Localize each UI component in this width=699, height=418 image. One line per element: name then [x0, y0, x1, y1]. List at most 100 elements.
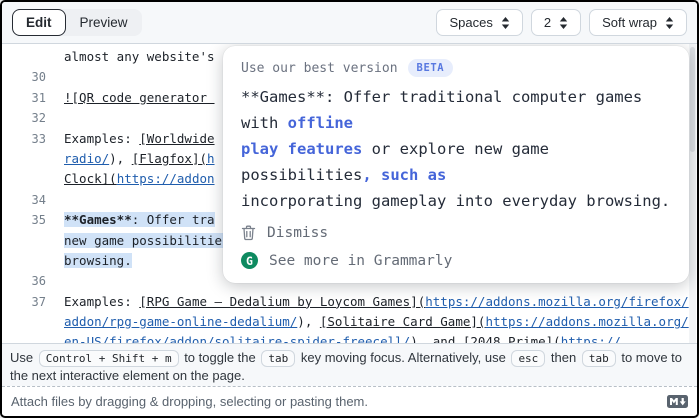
editor-scrollbar[interactable] — [689, 44, 696, 343]
wrap-mode-select-label: Soft wrap — [602, 15, 657, 30]
line-text: browsing. — [64, 251, 132, 271]
line-number — [2, 231, 46, 251]
indent-size-select[interactable]: 2 — [531, 9, 581, 36]
beta-badge: BETA — [408, 59, 454, 77]
line-number — [2, 47, 46, 67]
suggested-change-text: play features — [241, 140, 362, 158]
line-text: en-US/firefox/addon/solitaire-spider-fre… — [64, 332, 621, 343]
markdown-source-editor[interactable]: almost any website's 3031 ![QR code genera… — [2, 44, 697, 343]
code-segment: ), — [109, 151, 132, 166]
line-number: 31 — [2, 88, 46, 108]
markdown-editor-window: EditPreview Spaces 2 Soft wrap almost any … — [0, 0, 699, 418]
code-segment: en-US/firefox/addon/solitaire-spider-fre… — [64, 334, 410, 343]
up-down-caret-icon — [559, 17, 568, 29]
code-segment: new game possibilities — [64, 233, 230, 248]
dismiss-button[interactable]: Dismiss — [241, 225, 671, 241]
help-text: Use — [10, 350, 37, 365]
line-text: Examples: [Worldwide — [64, 129, 215, 149]
line-number: 36 — [2, 271, 46, 291]
indent-mode-select[interactable]: Spaces — [436, 9, 522, 36]
code-segment: **Games** — [64, 212, 132, 227]
code-segment: https://addons.mozilla.org/firefox/ — [425, 294, 688, 309]
line-number: 30 — [2, 67, 46, 87]
code-segment: [Flagfox]( — [132, 151, 207, 166]
tab-edit[interactable]: Edit — [12, 9, 66, 36]
up-down-caret-icon — [665, 17, 674, 29]
grammarly-logo-icon: G — [241, 252, 258, 269]
line-number — [2, 149, 46, 169]
line-number — [2, 169, 46, 189]
line-text: Clock](https://addon — [64, 169, 215, 189]
popup-header-label: Use our best version — [241, 61, 398, 76]
line-number — [2, 332, 46, 343]
line-text: addon/rpg-game-online-dedalium/), [Solit… — [64, 312, 689, 332]
code-segment: h — [207, 151, 215, 166]
code-segment: https:// — [561, 334, 621, 343]
editor-line[interactable]: 37 Examples: [RPG Game — Dedalium by Loyc… — [2, 292, 697, 312]
code-segment: Examples: — [64, 294, 139, 309]
code-segment: [Solitaire Card Game]( — [320, 314, 486, 329]
suggestion-plain-text: incorporating gameplay into everyday bro… — [241, 192, 670, 210]
suggestion-text[interactable]: **Games**: Offer traditional computer ga… — [241, 84, 671, 214]
help-text: then — [547, 350, 580, 365]
line-text: radio/), [Flagfox](h — [64, 149, 215, 169]
help-text: to toggle the — [181, 350, 260, 365]
code-segment: : Offer tra — [132, 212, 215, 227]
see-more-label: See more in Grammarly — [269, 253, 452, 269]
line-number — [2, 312, 46, 332]
code-segment: [2048 Prime]( — [463, 334, 561, 343]
editor-toolbar: EditPreview Spaces 2 Soft wrap — [2, 2, 697, 44]
code-segment: Examples: — [64, 131, 139, 146]
editor-line[interactable]: addon/rpg-game-online-dedalium/), [Solit… — [2, 312, 697, 332]
wrap-mode-select[interactable]: Soft wrap — [589, 9, 687, 36]
code-segment: https://addons.mozilla.org/ — [485, 314, 688, 329]
kbd-chip: esc — [511, 350, 545, 367]
popup-header: Use our best version BETA — [241, 59, 671, 77]
code-segment: https://addon — [117, 171, 215, 186]
code-segment: [Worldwide — [139, 131, 214, 146]
code-segment: ![QR code generator — [64, 90, 215, 105]
suggestion-text-line: incorporating gameplay into everyday bro… — [241, 188, 671, 214]
indent-mode-select-label: Spaces — [449, 15, 492, 30]
code-segment: almost any website's — [64, 49, 215, 64]
help-text: key moving focus. Alternatively, use — [297, 350, 509, 365]
kbd-chip: tab — [582, 350, 616, 367]
code-segment: ), and — [410, 334, 463, 343]
line-number: 32 — [2, 108, 46, 128]
edit-preview-toggle: EditPreview — [12, 9, 142, 36]
kbd-chip: tab — [261, 350, 295, 367]
indent-size-select-label: 2 — [544, 15, 551, 30]
line-text: Examples: [RPG Game — Dedalium by Loycom… — [64, 292, 689, 312]
code-segment: ), — [297, 314, 320, 329]
scrollbar-thumb[interactable] — [690, 47, 695, 152]
line-text: ![QR code generator — [64, 88, 215, 108]
line-number: 33 — [2, 129, 46, 149]
markdown-supported-icon — [667, 395, 688, 408]
code-segment: browsing. — [64, 253, 132, 268]
tab-preview[interactable]: Preview — [66, 9, 142, 36]
attach-files-label: Attach files by dragging & dropping, sel… — [11, 394, 368, 409]
dismiss-label: Dismiss — [267, 225, 328, 241]
line-number: 34 — [2, 190, 46, 210]
keyboard-help-bar: Use Control + Shift + m to toggle the ta… — [2, 343, 697, 386]
line-number — [2, 251, 46, 271]
attach-files-bar[interactable]: Attach files by dragging & dropping, sel… — [2, 386, 697, 415]
suggestion-text-line: **Games**: Offer traditional computer ga… — [241, 84, 671, 136]
grammarly-suggestion-popup: Use our best version BETA **Games**: Off… — [223, 46, 689, 283]
see-more-link[interactable]: G See more in Grammarly — [241, 252, 671, 269]
code-segment: addon/rpg-game-online-dedalium/ — [64, 314, 297, 329]
line-number: 35 — [2, 210, 46, 230]
code-segment: radio/ — [64, 151, 109, 166]
suggested-change-text: , such as — [362, 166, 446, 184]
kbd-chip: Control + Shift + m — [39, 350, 179, 367]
editor-settings-group: Spaces 2 Soft wrap — [436, 9, 687, 36]
line-text: **Games**: Offer tra — [64, 210, 215, 230]
code-segment: Clock]( — [64, 171, 117, 186]
suggested-change-text: offline — [288, 114, 353, 132]
code-segment: [RPG Game — Dedalium by Loycom Games]( — [139, 294, 425, 309]
line-number: 37 — [2, 292, 46, 312]
line-text: almost any website's — [64, 47, 215, 67]
trash-icon — [241, 225, 256, 241]
suggestion-text-line: play features or explore new game possib… — [241, 136, 671, 188]
editor-line[interactable]: en-US/firefox/addon/solitaire-spider-fre… — [2, 332, 697, 343]
